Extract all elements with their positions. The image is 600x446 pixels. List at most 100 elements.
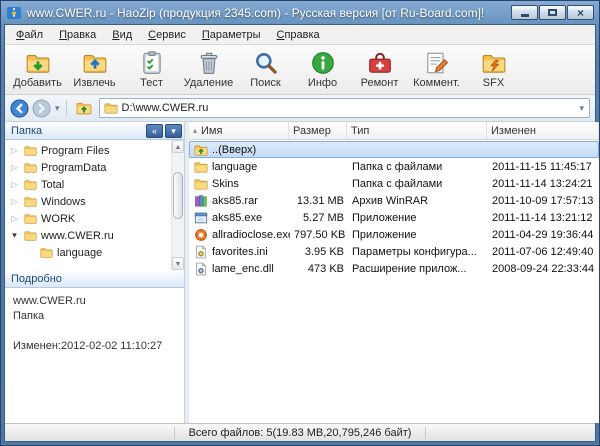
expand-arrow-icon[interactable]: ▷: [9, 146, 20, 155]
application-orange-icon: [194, 228, 208, 242]
menu-item-1[interactable]: Правка: [51, 27, 104, 43]
file-row-4[interactable]: aks85.exe5.27 MBПриложение2011-11-14 13:…: [189, 209, 599, 226]
scrollbar-track[interactable]: [172, 153, 184, 257]
toolbar-button-8[interactable]: SFX: [465, 47, 522, 93]
file-row-3[interactable]: aks85.rar13.31 MBАрхив WinRAR2011-10-09 …: [189, 192, 599, 209]
haozip-window: www.CWER.ru - HaoZip (продукция 2345.com…: [0, 0, 600, 446]
toolbar-button-7[interactable]: Коммент.: [408, 47, 465, 93]
back-button[interactable]: [10, 99, 29, 118]
file-modified-cell: 2008-09-24 22:33:44: [488, 263, 598, 275]
menu-item-5[interactable]: Справка: [268, 27, 327, 43]
window-title: www.CWER.ru - HaoZip (продукция 2345.com…: [27, 6, 502, 20]
detail-line-2: [13, 324, 176, 339]
tree-item-0[interactable]: ▷ Program Files: [5, 142, 169, 159]
tree-item-5[interactable]: ▾www.CWER.ru: [5, 227, 169, 244]
minimize-icon: [521, 14, 529, 17]
tree-scrollbar[interactable]: ▲ ▼: [171, 140, 184, 270]
address-path: D:\www.CWER.ru: [122, 102, 575, 114]
menu-item-0[interactable]: Файл: [8, 27, 51, 43]
column-header-0[interactable]: ▴Имя: [189, 122, 289, 139]
tree-item-1[interactable]: ▷ ProgramData: [5, 159, 169, 176]
file-name: favorites.ini: [212, 246, 268, 258]
file-row-1[interactable]: languageПапка с файлами2011-11-15 11:45:…: [189, 158, 599, 175]
file-row-6[interactable]: favorites.ini3.95 KBПараметры конфигура.…: [189, 243, 599, 260]
tree-item-3[interactable]: ▷Windows: [5, 193, 169, 210]
folder-panel-title: Папка: [11, 125, 144, 137]
folder-icon: [23, 195, 38, 208]
column-header-1[interactable]: Размер: [289, 122, 347, 139]
ini-file-icon: [194, 245, 208, 259]
up-one-level-button[interactable]: [72, 98, 96, 119]
tree-item-2[interactable]: ▷ Total: [5, 176, 169, 193]
file-name: aks85.rar: [212, 195, 258, 207]
file-row-5[interactable]: allradioclose.exe797.50 KBПриложение2011…: [189, 226, 599, 243]
panel-menu-button[interactable]: ▾: [165, 124, 182, 138]
file-type-cell: Параметры конфигура...: [348, 246, 488, 258]
scroll-down-icon[interactable]: ▼: [172, 257, 184, 270]
toolbar-button-5[interactable]: Инфо: [294, 47, 351, 93]
collapse-arrow-icon[interactable]: ▾: [9, 230, 20, 241]
scrollbar-thumb[interactable]: [173, 172, 183, 219]
tree-item-6[interactable]: language: [5, 244, 169, 261]
toolbar-button-label: Тест: [140, 77, 163, 89]
menu-item-2[interactable]: Вид: [104, 27, 140, 43]
file-row-7[interactable]: lame_enc.dll473 KBРасширение прилож...20…: [189, 260, 599, 277]
file-list-rows: ..(Вверх)languageПапка с файлами2011-11-…: [189, 140, 599, 423]
expand-arrow-icon[interactable]: ▷: [9, 180, 20, 189]
tree-item-label: ProgramData: [41, 162, 106, 174]
file-list: ▴ИмяРазмерТипИзменен ..(Вверх)languageПа…: [189, 122, 599, 423]
expand-arrow-icon[interactable]: ▷: [9, 197, 20, 206]
expand-arrow-icon[interactable]: ▷: [9, 163, 20, 172]
minimize-button[interactable]: [511, 5, 538, 20]
tree-item-label: Program Files: [41, 145, 109, 157]
application-icon: [194, 211, 208, 225]
tree-item-label: language: [57, 247, 102, 259]
close-button[interactable]: ×: [567, 5, 594, 20]
expand-arrow-icon[interactable]: ▷: [9, 214, 20, 223]
tree-item-label: Total: [41, 179, 64, 191]
toolbar-button-6[interactable]: Ремонт: [351, 47, 408, 93]
addressbar-separator: [66, 100, 67, 116]
collapse-panel-button[interactable]: «: [146, 124, 163, 138]
tree-item-4[interactable]: ▷ WORK: [5, 210, 169, 227]
statusbar: Всего файлов: 5(19.83 MB,20,795,246 байт…: [5, 423, 595, 441]
menubar: ФайлПравкаВидСервисПараметрыСправка: [5, 25, 595, 45]
info-icon: [310, 50, 336, 76]
column-header-2[interactable]: Тип: [347, 122, 487, 139]
toolbar-button-4[interactable]: Поиск: [237, 47, 294, 93]
menu-item-4[interactable]: Параметры: [194, 27, 269, 43]
column-header-3[interactable]: Изменен: [487, 122, 599, 139]
details-panel-header: Подробно: [5, 270, 184, 288]
toolbar-button-0[interactable]: Добавить: [9, 47, 66, 93]
file-modified-cell: 2011-11-14 13:24:21: [488, 178, 598, 190]
delete-icon: [196, 50, 222, 76]
folder-icon: [23, 212, 38, 225]
menu-item-3[interactable]: Сервис: [140, 27, 194, 43]
history-chevron-down-icon[interactable]: ▾: [54, 103, 61, 114]
extract-icon: [82, 50, 108, 76]
window-controls: ×: [511, 5, 594, 20]
scroll-up-icon[interactable]: ▲: [172, 140, 184, 153]
titlebar[interactable]: www.CWER.ru - HaoZip (продукция 2345.com…: [4, 1, 596, 24]
toolbar-button-1[interactable]: Извлечь: [66, 47, 123, 93]
file-type-cell: Приложение: [348, 212, 488, 224]
window-body: ФайлПравкаВидСервисПараметрыСправка Доба…: [4, 24, 596, 442]
file-row-0[interactable]: ..(Вверх): [189, 141, 599, 158]
forward-button[interactable]: [32, 99, 51, 118]
dll-file-icon: [194, 262, 208, 276]
address-field[interactable]: D:\www.CWER.ru ▾: [99, 98, 590, 118]
sfx-icon: [481, 50, 507, 76]
maximize-button[interactable]: [539, 5, 566, 20]
folder-icon: [23, 161, 38, 174]
address-chevron-down-icon[interactable]: ▾: [578, 103, 585, 114]
toolbar-button-3[interactable]: Удаление: [180, 47, 237, 93]
file-modified-cell: 2011-10-09 17:57:13: [488, 195, 598, 207]
file-row-2[interactable]: SkinsПапка с файлами2011-11-14 13:24:21: [189, 175, 599, 192]
file-name-cell: aks85.rar: [190, 194, 290, 208]
app-icon: [6, 5, 22, 21]
folder-icon: [194, 160, 208, 174]
detail-line-0: www.CWER.ru: [13, 294, 176, 309]
toolbar-button-2[interactable]: Тест: [123, 47, 180, 93]
file-name-cell: language: [190, 160, 290, 174]
tree-item-label: WORK: [41, 213, 75, 225]
